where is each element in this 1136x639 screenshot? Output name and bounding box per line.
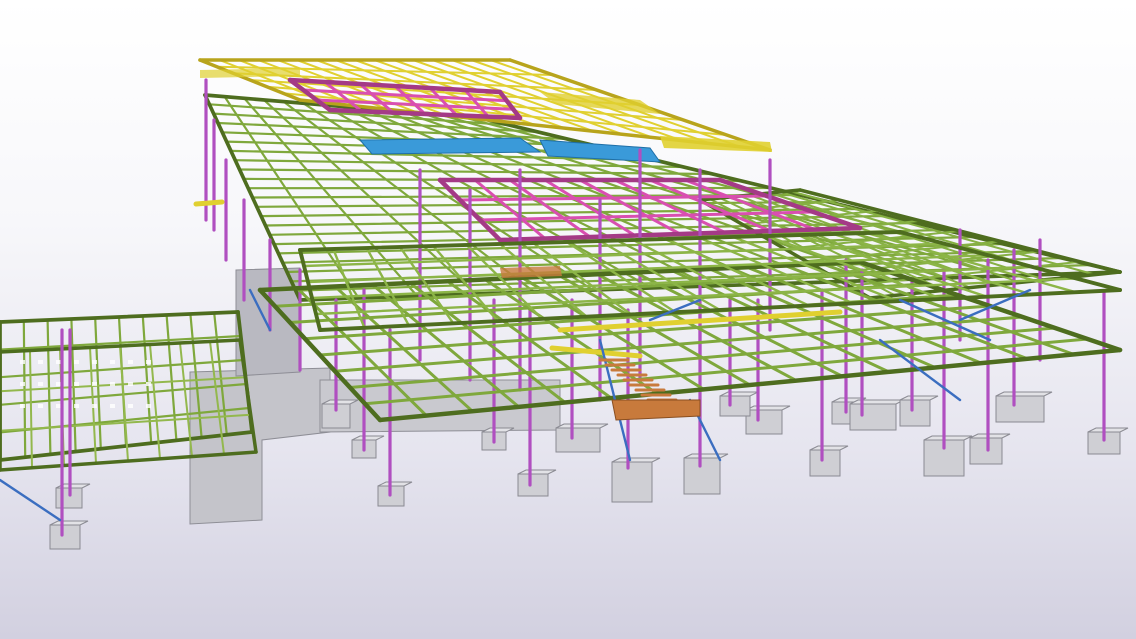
floor-opening xyxy=(110,360,115,364)
left-wing-lower-beam-u xyxy=(29,349,33,469)
floor-opening xyxy=(74,404,79,408)
floor-opening xyxy=(146,360,151,364)
floor-opening xyxy=(20,404,25,408)
floor-opening xyxy=(56,404,61,408)
footing xyxy=(745,409,783,435)
footing-top xyxy=(555,423,609,429)
roof-panel xyxy=(358,137,542,155)
left-wing-beam-u xyxy=(165,313,178,442)
floor-opening xyxy=(146,382,151,386)
landing-upper xyxy=(500,266,562,278)
footing-top xyxy=(899,395,939,401)
floor-opening xyxy=(146,404,151,408)
floor-opening xyxy=(110,404,115,408)
floor-opening xyxy=(128,404,133,408)
floor-opening xyxy=(92,360,97,364)
footing-top xyxy=(49,520,89,526)
floor-opening xyxy=(20,360,25,364)
transfer-beam xyxy=(193,199,225,207)
floor-opening xyxy=(92,382,97,386)
floor-opening xyxy=(128,382,133,386)
footing-top xyxy=(849,399,905,405)
floor-opening xyxy=(38,404,43,408)
brace xyxy=(0,478,62,522)
left-wing-beam-u xyxy=(141,314,153,445)
footing xyxy=(683,457,721,495)
floor-opening xyxy=(20,382,25,386)
footing-top xyxy=(809,445,849,451)
footing xyxy=(49,524,81,550)
floor-opening xyxy=(74,360,79,364)
floor-opening xyxy=(38,382,43,386)
footing xyxy=(995,395,1045,423)
floor-opening xyxy=(56,382,61,386)
wall-face xyxy=(189,367,331,525)
lower-deck-beam-v xyxy=(348,326,1057,389)
footing xyxy=(849,403,897,431)
left-wing-beam-u xyxy=(46,318,52,456)
floor-opening xyxy=(38,360,43,364)
footing-top xyxy=(611,457,661,463)
footing xyxy=(809,449,841,477)
footing-top xyxy=(995,391,1053,397)
footing-top xyxy=(923,435,973,441)
structural-steel-model xyxy=(0,58,1129,550)
footing-top xyxy=(1087,427,1129,433)
floor-opening xyxy=(74,382,79,386)
footing-top xyxy=(683,453,729,459)
footing-top xyxy=(969,433,1011,439)
floor-opening xyxy=(56,360,61,364)
left-wing-lower-beam-u xyxy=(119,345,129,462)
model-viewport[interactable] xyxy=(0,0,1136,639)
footing-top xyxy=(377,481,413,487)
floor-opening xyxy=(110,382,115,386)
footing xyxy=(611,461,653,503)
footing xyxy=(899,399,931,427)
footing xyxy=(517,473,549,497)
footing xyxy=(719,395,751,417)
footing-top xyxy=(745,405,791,411)
footing-top xyxy=(517,469,557,475)
footing xyxy=(969,437,1003,465)
footing-top xyxy=(719,391,759,397)
floor-opening xyxy=(92,404,97,408)
floor-opening xyxy=(128,360,133,364)
stair-landing xyxy=(611,399,701,421)
footing-top xyxy=(351,435,385,441)
footing xyxy=(555,427,601,453)
